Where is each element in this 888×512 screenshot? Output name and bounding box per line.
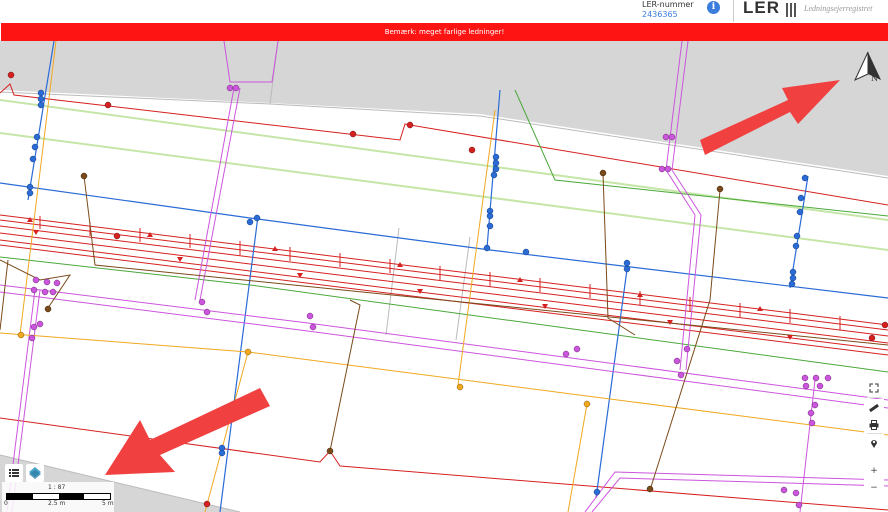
zoom-in-icon: +	[870, 465, 878, 476]
map-canvas[interactable]	[0, 41, 888, 512]
logo-subtitle: Ledningsejerregistret	[804, 4, 873, 13]
fullscreen-button[interactable]	[864, 379, 884, 396]
scale-label-end: 5 m	[102, 500, 114, 507]
print-button[interactable]	[864, 416, 884, 433]
gas-line	[567, 403, 588, 512]
print-icon	[869, 419, 879, 430]
zoom-out-button[interactable]: −	[864, 479, 884, 496]
ruler-icon	[869, 403, 879, 412]
warning-banner: Bemærk: meget farlige ledninger!	[1, 23, 888, 41]
locate-button[interactable]	[864, 434, 884, 451]
measure-button[interactable]	[864, 399, 884, 416]
zoom-in-button[interactable]: +	[864, 462, 884, 479]
zoom-out-icon: −	[870, 482, 878, 493]
ler-logo: LER Ledningsejerregistret	[733, 0, 888, 22]
location-pin-icon	[871, 439, 877, 448]
layers-list-icon	[9, 469, 19, 477]
basemap-icon	[29, 467, 41, 479]
logo-text: LER	[743, 0, 780, 17]
scale-ratio: 1 : 87	[48, 484, 66, 491]
top-bar: LER-nummer 2436365 i LER Ledningsejerreg…	[0, 0, 888, 23]
scale-label-mid: 2.5 m	[48, 500, 66, 507]
logo-bars-icon	[786, 3, 800, 17]
north-label: N	[871, 74, 878, 83]
north-arrow-icon: N	[853, 51, 881, 83]
ler-number-block: LER-nummer 2436365	[642, 0, 694, 20]
control-divider	[867, 397, 881, 398]
scale-bar-graphic	[6, 493, 111, 500]
ler-number-label: LER-nummer	[642, 0, 694, 9]
fullscreen-icon	[869, 383, 879, 392]
scale-bar: 1 : 87 0 2.5 m 5 m	[2, 482, 114, 512]
info-icon[interactable]: i	[707, 1, 720, 14]
scale-label-start: 0	[4, 500, 8, 507]
ler-number-value[interactable]: 2436365	[642, 10, 694, 20]
basemap-button[interactable]	[26, 464, 44, 482]
layers-button[interactable]	[5, 464, 23, 482]
